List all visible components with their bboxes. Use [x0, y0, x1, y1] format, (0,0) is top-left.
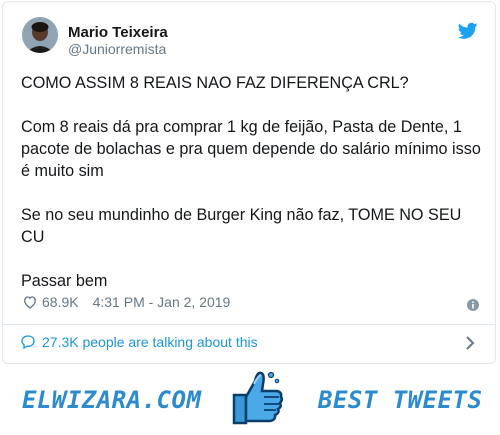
- like-count[interactable]: 68.9K: [42, 294, 79, 310]
- speech-bubble-icon: [21, 335, 35, 350]
- tweet-text: COMO ASSIM 8 REAIS NAO FAZ DIFERENÇA CRL…: [21, 72, 481, 292]
- info-icon[interactable]: [467, 299, 479, 311]
- footer-banner: ELWIZARA.COM BEST TWEETS: [0, 364, 500, 435]
- brand-tagline: BEST TWEETS: [318, 386, 483, 414]
- conversation-link[interactable]: 27.3K people are talking about this: [20, 334, 258, 350]
- avatar-image: [22, 17, 58, 53]
- tweet-meta: 68.9K 4:31 PM - Jan 2, 2019: [22, 294, 230, 310]
- brand-name: ELWIZARA.COM: [22, 386, 202, 414]
- tweet-line: Se no seu mundinho de Burger King não fa…: [21, 206, 462, 246]
- tweet-line: COMO ASSIM 8 REAIS NAO FAZ DIFERENÇA CRL…: [21, 74, 409, 92]
- thumbs-up-icon: [232, 371, 284, 425]
- tweet-card: Mario Teixeira @Juniorremista COMO ASSIM…: [2, 1, 496, 364]
- user-handle[interactable]: @Juniorremista: [68, 41, 166, 57]
- tweet-line: Com 8 reais dá pra comprar 1 kg de feijã…: [21, 118, 481, 180]
- display-name[interactable]: Mario Teixeira: [68, 24, 168, 41]
- heart-icon[interactable]: [22, 294, 38, 310]
- divider: [2, 324, 496, 325]
- avatar[interactable]: [22, 17, 58, 53]
- tweet-timestamp[interactable]: 4:31 PM - Jan 2, 2019: [93, 294, 231, 310]
- chevron-right-icon[interactable]: [465, 336, 475, 350]
- twitter-bird-icon[interactable]: [458, 22, 478, 40]
- tweet-line: Passar bem: [21, 272, 108, 290]
- talking-text[interactable]: 27.3K people are talking about this: [42, 334, 258, 350]
